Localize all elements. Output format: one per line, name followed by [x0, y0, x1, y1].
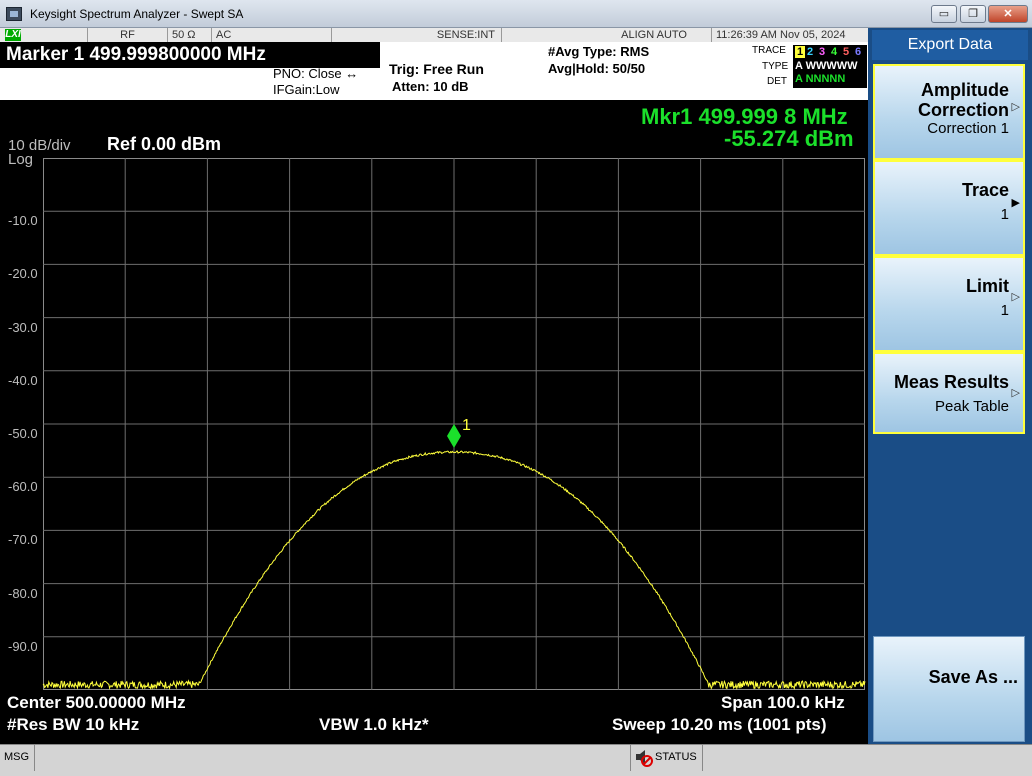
- dropdown-arrow-icon: ▶: [1011, 197, 1020, 209]
- marker-1-label: 1: [462, 417, 471, 434]
- submenu-arrow-icon: ▷: [1011, 291, 1020, 303]
- speaker-muted-icon[interactable]: [634, 748, 654, 768]
- softkey-value: 1: [1000, 206, 1009, 223]
- softkey-label: Save As ...: [928, 667, 1018, 687]
- softkey-save-as[interactable]: Save As ...: [873, 636, 1025, 742]
- softkey-label: Limit: [966, 276, 1009, 296]
- marker-1-diamond-icon: [447, 424, 461, 449]
- sweep-time[interactable]: Sweep 10.20 ms (1001 pts): [612, 715, 827, 735]
- msgbar-divider: [702, 745, 703, 771]
- softkey-limit[interactable]: Limit 1 ▷: [873, 256, 1025, 352]
- softkey-value: Peak Table: [935, 398, 1009, 415]
- softkey-meas-results[interactable]: Meas Results Peak Table ▷: [873, 352, 1025, 434]
- msgbar-divider: [630, 745, 631, 771]
- softkey-value: 1: [1000, 302, 1009, 319]
- resolution-bandwidth[interactable]: #Res BW 10 kHz: [7, 715, 139, 735]
- status-label[interactable]: STATUS: [655, 751, 697, 763]
- video-bandwidth[interactable]: VBW 1.0 kHz*: [319, 715, 429, 735]
- softkey-label: Meas Results: [893, 372, 1009, 392]
- message-bar: MSG STATUS: [0, 744, 1032, 776]
- softkey-amplitude-correction[interactable]: Amplitude Correction Correction 1 ▷: [873, 64, 1025, 160]
- submenu-arrow-icon: ▷: [1011, 101, 1020, 113]
- span-frequency[interactable]: Span 100.0 kHz: [721, 693, 845, 713]
- submenu-arrow-icon: ▷: [1011, 387, 1020, 399]
- center-frequency[interactable]: Center 500.00000 MHz: [7, 693, 186, 713]
- softkey-label: Trace: [961, 180, 1009, 200]
- msg-label: MSG: [4, 751, 30, 763]
- softkey-label: Amplitude: [921, 80, 1009, 100]
- softkey-menu-title: Export Data: [872, 30, 1028, 60]
- analyzer-window: Keysight Spectrum Analyzer - Swept SA ▭ …: [0, 0, 1032, 776]
- softkey-trace[interactable]: Trace 1 ▶: [873, 160, 1025, 256]
- softkey-label-line2: Correction: [917, 100, 1009, 120]
- msgbar-divider: [34, 745, 35, 771]
- softkey-value: Correction 1: [927, 120, 1009, 137]
